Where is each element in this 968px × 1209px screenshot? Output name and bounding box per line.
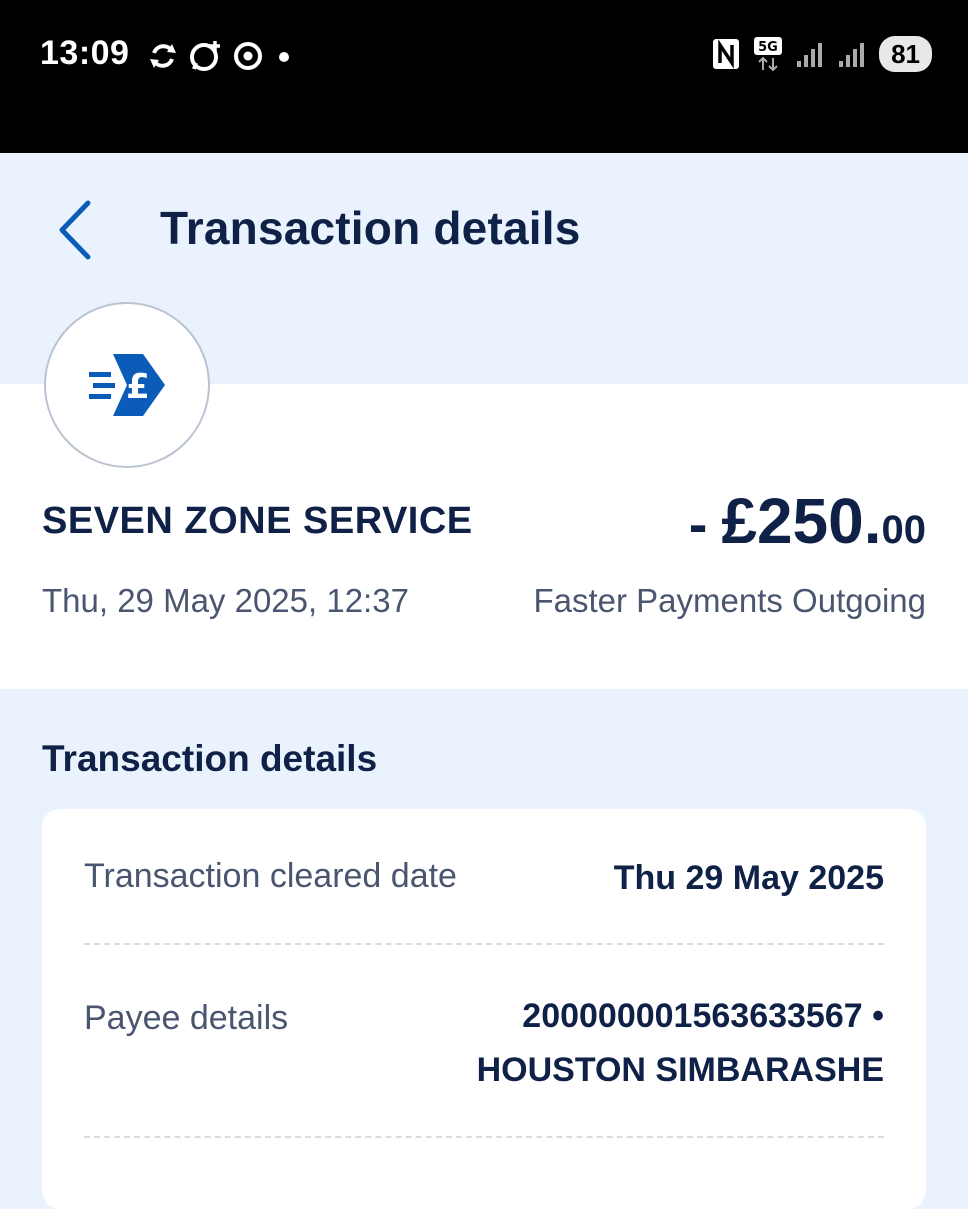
payee-name: HOUSTON SIMBARASHE [476, 1051, 884, 1089]
whatsapp-icon [190, 41, 220, 71]
battery-indicator: 81 [879, 36, 932, 72]
signal-icon-2 [839, 43, 865, 67]
detail-label: Payee details [84, 999, 289, 1037]
detail-row-payee: Payee details 200000001563633567 • HOUST… [84, 997, 884, 1109]
status-bar: 13:09 5G 81 [0, 0, 968, 153]
divider [84, 943, 884, 945]
page-title: Transaction details [160, 202, 581, 254]
amount-pence: 00 [881, 508, 927, 552]
transaction-date: Thu, 29 May 2025, 12:37 [42, 582, 409, 619]
amount-sign: - [688, 492, 708, 555]
svg-text:5G: 5G [758, 40, 778, 55]
status-icons-right: 5G 81 [711, 36, 932, 72]
detail-row-cleared-date: Transaction cleared date Thu 29 May 2025 [84, 857, 884, 917]
section-title: Transaction details [42, 738, 378, 779]
signal-icon [797, 43, 823, 67]
chrome-icon [234, 42, 262, 70]
payee-account: 200000001563633567 • [522, 997, 884, 1035]
detail-value: 200000001563633567 • HOUSTON SIMBARASHE [477, 989, 884, 1097]
amount-main: £250. [721, 485, 882, 557]
sync-icon [150, 44, 176, 68]
detail-value: Thu 29 May 2025 [613, 859, 884, 897]
nfc-icon [713, 39, 740, 69]
transaction-amount: - £250.00 [689, 484, 926, 558]
transaction-details-card: Transaction cleared date Thu 29 May 2025… [42, 809, 926, 1209]
status-time: 13:09 [40, 34, 130, 72]
detail-label: Transaction cleared date [84, 857, 457, 895]
divider [84, 1136, 884, 1138]
merchant-logo: £ [44, 302, 210, 468]
svg-text:£: £ [126, 367, 150, 407]
merchant-name: SEVEN ZONE SERVICE [42, 500, 473, 542]
faster-payment-pound-icon: £ [89, 354, 165, 416]
status-icons-left [146, 38, 296, 74]
back-button[interactable] [48, 195, 108, 265]
notification-dot-icon [279, 52, 289, 62]
transaction-type: Faster Payments Outgoing [533, 582, 926, 619]
5g-icon: 5G [754, 37, 783, 72]
chevron-left-icon [59, 200, 91, 260]
